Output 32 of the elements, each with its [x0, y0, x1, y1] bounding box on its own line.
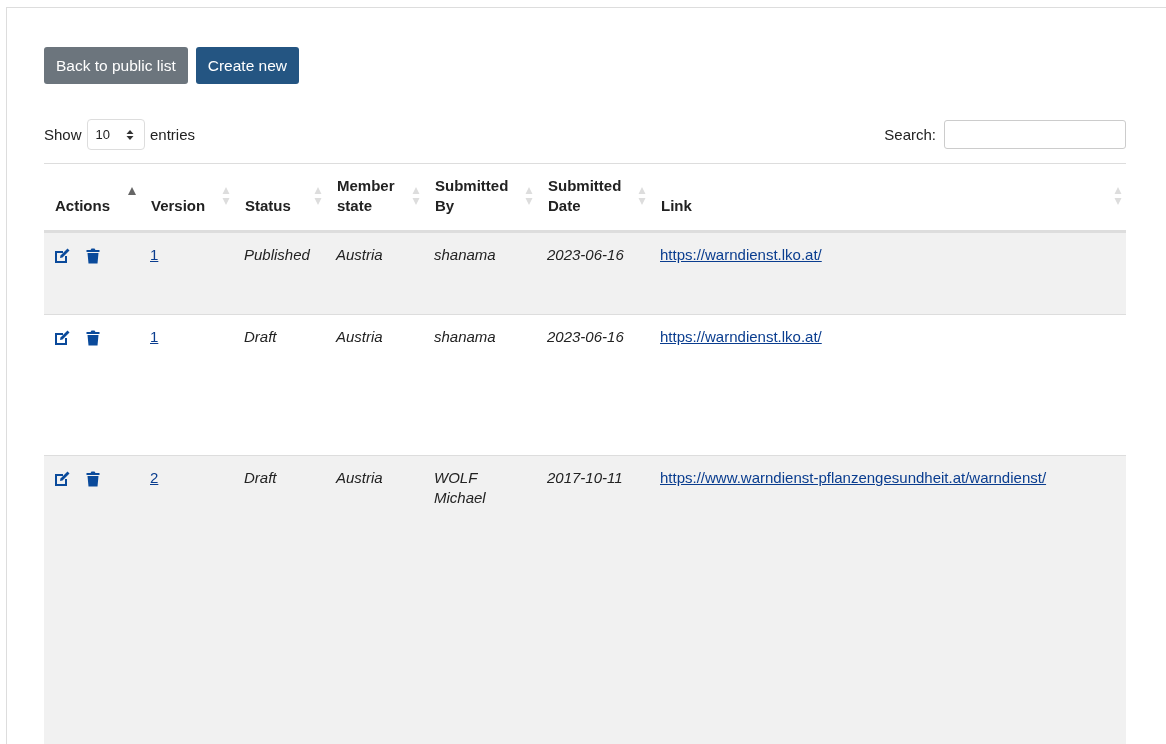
member-state-cell: Austria	[336, 328, 383, 345]
status-cell: Draft	[244, 469, 277, 486]
search-label: Search:	[884, 126, 936, 143]
show-label: Show	[44, 126, 82, 143]
action-button[interactable]: Create new	[195, 47, 299, 84]
trash-icon[interactable]	[86, 248, 100, 264]
link[interactable]: https://warndienst.lko.at/	[660, 328, 822, 345]
version-link[interactable]: 1	[150, 246, 159, 263]
trash-icon[interactable]	[86, 330, 100, 346]
version-link[interactable]: 2	[150, 469, 159, 486]
trash-icon[interactable]	[86, 471, 100, 487]
status-cell: Draft	[244, 328, 277, 345]
edit-icon[interactable]	[54, 330, 72, 346]
submitted-by-cell-text: WOLF Michael	[434, 468, 487, 508]
link[interactable]: https://warndienst.lko.at/	[660, 246, 822, 263]
version-link[interactable]: 1	[150, 328, 159, 345]
submitted-by-cell-text: shanama	[434, 245, 497, 265]
entries-label: entries	[150, 126, 196, 143]
action-button[interactable]: Back to public list	[44, 47, 188, 84]
submitted-date-cell: 2023-06-16	[547, 328, 624, 345]
submitted-date-cell: 2017-10-11	[547, 469, 623, 486]
status-cell: Published	[244, 246, 310, 263]
updown-arrows-icon	[126, 128, 134, 141]
entries-select[interactable]: 10	[86, 119, 145, 150]
search-field[interactable]	[944, 120, 1126, 149]
submitted-date-cell: 2023-06-16	[547, 246, 624, 263]
submitted-by-cell-text: shanama	[434, 327, 497, 347]
link[interactable]: https://www.warndienst-pflanzengesundheit.at/warndienst/	[660, 469, 1047, 486]
member-state-cell: Austria	[336, 469, 383, 486]
member-state-cell: Austria	[336, 246, 383, 263]
edit-icon[interactable]	[54, 471, 72, 487]
edit-icon[interactable]	[54, 248, 72, 264]
